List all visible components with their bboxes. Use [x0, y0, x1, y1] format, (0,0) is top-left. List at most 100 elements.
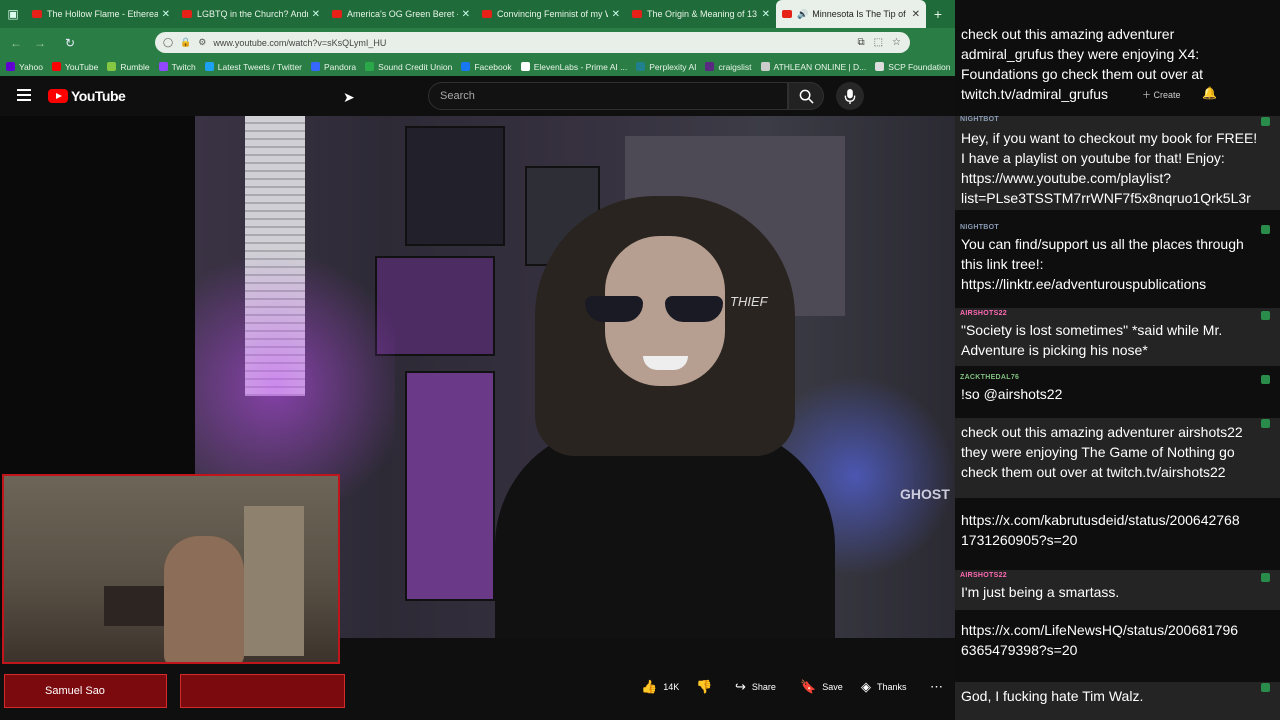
chat-text: I'm just being a smartass. — [961, 582, 1119, 602]
youtube-favicon-icon — [632, 10, 642, 18]
webcam-name-plate: Samuel Sao — [4, 674, 167, 708]
chat-message: https://x.com/kabrutusdeid/status/200642… — [955, 506, 1280, 562]
chat-text-line: "Society is lost sometimes" *said while … — [961, 322, 1223, 338]
bookmark-item[interactable]: Sound Credit Union — [365, 62, 452, 72]
close-tab-icon[interactable]: ✕ — [462, 9, 470, 20]
url-text[interactable]: www.youtube.com/watch?v=sKsQLymI_HU — [213, 38, 857, 48]
save-button[interactable]: 🔖 Save — [800, 679, 843, 695]
close-tab-icon[interactable]: ✕ — [312, 9, 320, 20]
chat-text: !so @airshots22 — [961, 384, 1062, 404]
search-button[interactable] — [788, 82, 824, 110]
browser-tab[interactable]: America's OG Green Beret - Sar✕ — [326, 0, 476, 28]
bookmark-favicon-icon — [311, 62, 321, 71]
chat-badge-icon — [1261, 683, 1270, 692]
chat-message: ZACKTHEDAL76 !so @airshots22 — [955, 372, 1280, 410]
bookmark-item[interactable]: craigslist — [705, 62, 752, 72]
site-settings-icon[interactable]: ⚙ — [198, 37, 206, 48]
chat-text-line: list=PLse3TSSTM7rrWNF7f5x8nqruo1Qrk5L3r — [961, 190, 1251, 206]
mic-icon — [844, 88, 856, 104]
forward-icon[interactable]: → — [28, 36, 52, 50]
bookmark-favicon-icon — [51, 62, 61, 71]
voice-search-button[interactable] — [836, 82, 864, 110]
browser-tab[interactable]: Convincing Feminist of my Wor✕ — [476, 0, 626, 28]
youtube-header: YouTube ➤ Search — [0, 76, 955, 116]
bookmark-item[interactable]: ATHLEAN ONLINE | D... — [760, 62, 866, 72]
bookmark-item[interactable]: Perplexity AI — [636, 62, 696, 72]
youtube-favicon-icon — [482, 10, 492, 18]
bookmark-icon: 🔖 — [800, 679, 817, 694]
bookmark-favicon-icon — [6, 62, 15, 71]
chat-badge-icon — [1261, 573, 1270, 582]
back-icon[interactable]: ← — [4, 36, 28, 50]
chat-message: God, I fucking hate Tim Walz. — [955, 682, 1280, 720]
more-actions-icon[interactable]: ⋯ — [930, 679, 949, 695]
bookmark-item[interactable]: Rumble — [107, 62, 150, 72]
chat-text: https://x.com/LifeNewsHQ/status/20068179… — [961, 620, 1238, 660]
bookmarks-bar: Yahoo YouTube Rumble Twitch Latest Tweets / … — [0, 57, 955, 76]
bookmark-item[interactable]: SCP Foundation — [875, 62, 951, 72]
chat-text-line: Foundations go check them out over at — [961, 66, 1204, 82]
bookmark-favicon-icon — [204, 62, 214, 71]
chat-text: God, I fucking hate Tim Walz. — [961, 686, 1143, 706]
youtube-favicon-icon — [182, 10, 192, 18]
share-icon: ↪ — [735, 679, 746, 694]
chat-text-line: !so @airshots22 — [961, 386, 1063, 402]
reload-icon[interactable]: ↻ — [58, 36, 82, 50]
thumbs-up-icon: 👍 — [641, 679, 658, 694]
install-icon[interactable]: ⧉ — [857, 37, 864, 48]
chat-badge-icon — [1261, 225, 1270, 234]
chat-text-line: twitch.tv/admiral_grufus — [961, 86, 1109, 102]
chat-text-line: Hey, if you want to checkout my book for… — [961, 130, 1258, 146]
speaker-icon[interactable]: 🔊 — [797, 9, 808, 20]
chat-username: NIGHTBOT — [960, 224, 999, 231]
bookmark-item[interactable]: ElevenLabs - Prime AI ... — [520, 62, 627, 72]
chat-text-line: this link tree!: — [961, 256, 1044, 272]
youtube-play-icon — [48, 89, 68, 103]
thanks-button[interactable]: ◈ Thanks — [861, 679, 907, 695]
close-tab-icon[interactable]: ✕ — [912, 9, 920, 20]
chat-text-line: 1731260905?s=20 — [961, 532, 1078, 548]
chat-text-line: https://www.youtube.com/playlist? — [961, 170, 1172, 186]
youtube-favicon-icon — [32, 10, 42, 18]
search-icon — [799, 89, 814, 104]
bookmark-favicon-icon — [107, 62, 117, 71]
chat-text: You can find/support us all the places t… — [961, 234, 1244, 294]
menu-icon[interactable] — [17, 89, 31, 101]
close-tab-icon[interactable]: ✕ — [762, 9, 770, 20]
shield-icon: ◯ — [163, 37, 174, 47]
browser-tab-active[interactable]: 🔊Minnesota Is The Tip of the✕ — [776, 0, 926, 28]
share-button[interactable]: ↪ Share — [735, 679, 776, 695]
bookmark-item[interactable]: Facebook — [461, 62, 512, 72]
address-bar[interactable]: ◯ 🔒 ⚙ www.youtube.com/watch?v=sKsQLymI_H… — [155, 32, 910, 53]
youtube-logo[interactable]: YouTube — [48, 88, 126, 104]
webcam-overlay — [2, 474, 340, 664]
chat-badge-icon — [1261, 117, 1270, 126]
lock-icon[interactable]: 🔒 — [180, 37, 191, 48]
bookmark-item[interactable]: Latest Tweets / Twitter — [204, 62, 302, 72]
bookmark-favicon-icon — [520, 62, 530, 71]
bookmark-item[interactable]: Pandora — [311, 62, 356, 72]
bookmark-item[interactable]: YouTube — [51, 62, 98, 72]
new-tab-button[interactable]: + — [926, 6, 950, 22]
thanks-icon: ◈ — [861, 679, 871, 694]
search-input[interactable]: Search — [428, 82, 788, 110]
browser-tab-strip: ▣ The Hollow Flame - Ethereal Da✕ LGBTQ … — [0, 0, 955, 28]
chat-text: check out this amazing adventurer airsho… — [961, 422, 1243, 482]
browser-tab[interactable]: The Origin & Meaning of 13 Sc✕ — [626, 0, 776, 28]
close-tab-icon[interactable]: ✕ — [612, 9, 620, 20]
bookmark-item[interactable]: Twitch — [158, 62, 196, 72]
browser-tab[interactable]: LGBTQ in the Church? Andrew V✕ — [176, 0, 326, 28]
bookmark-item[interactable]: Yahoo — [6, 62, 43, 72]
tab-search-icon[interactable]: ▣ — [0, 0, 26, 28]
browser-tab[interactable]: The Hollow Flame - Ethereal Da✕ — [26, 0, 176, 28]
chat-text-line: 6365479398?s=20 — [961, 642, 1078, 658]
chat-badge-icon — [1261, 375, 1270, 384]
dislike-button[interactable]: 👎 — [696, 679, 718, 695]
bookmark-star-icon[interactable]: ☆ — [892, 37, 901, 48]
screenshot-icon[interactable]: ⬚ — [874, 37, 883, 48]
like-button[interactable]: 👍 14K — [641, 679, 679, 695]
chat-text-line: https://x.com/kabrutusdeid/status/200642… — [961, 512, 1240, 528]
close-tab-icon[interactable]: ✕ — [162, 9, 170, 20]
bookmark-favicon-icon — [875, 62, 885, 71]
bookmark-favicon-icon — [461, 62, 471, 71]
